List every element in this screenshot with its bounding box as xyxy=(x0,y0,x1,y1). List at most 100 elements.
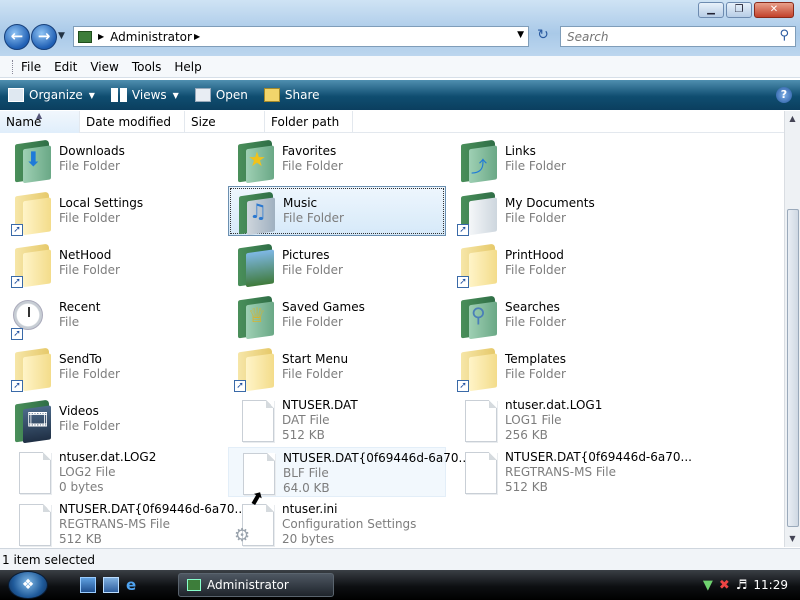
breadcrumb-arrow-icon[interactable]: ▶ xyxy=(194,32,200,41)
network-icon[interactable]: ▼ xyxy=(703,578,713,593)
help-icon: ? xyxy=(780,88,788,101)
menu-file[interactable]: File xyxy=(21,60,41,74)
window-controls: ▁ ❐ ✕ xyxy=(698,2,794,18)
local-settings-folder-icon: ➚ xyxy=(9,190,55,236)
list-item[interactable]: ntuser.dat.LOG1 LOG1 File 256 KB xyxy=(451,395,669,445)
scroll-up-icon[interactable]: ▲ xyxy=(785,111,800,127)
title-bar: ▁ ❐ ✕ ← → ▼ ▶ Administrator ▶ ▼ ↻ ⚲ xyxy=(0,0,800,56)
vertical-scrollbar[interactable]: ▲ ▼ xyxy=(784,111,800,547)
list-item[interactable]: ➚ PrintHood File Folder xyxy=(451,239,669,289)
close-button[interactable]: ✕ xyxy=(754,2,794,18)
show-desktop-icon[interactable] xyxy=(80,577,96,593)
column-header-name[interactable]: ▲ Name xyxy=(0,111,80,133)
list-item[interactable]: ➚ Start Menu File Folder xyxy=(228,343,446,393)
menu-edit[interactable]: Edit xyxy=(54,60,77,74)
status-text: 1 item selected xyxy=(2,553,96,567)
forward-button[interactable]: → xyxy=(31,24,57,50)
help-button[interactable]: ? xyxy=(776,87,792,103)
maximize-button[interactable]: ❐ xyxy=(726,2,752,18)
arrow-right-icon: → xyxy=(37,27,51,45)
column-header-folder-path[interactable]: Folder path xyxy=(265,111,353,133)
share-button[interactable]: Share xyxy=(263,88,320,102)
list-item[interactable]: 🎞 Videos File Folder xyxy=(5,395,223,445)
list-item[interactable]: ➚ NetHood File Folder xyxy=(5,239,223,289)
windows-logo-icon: ❖ xyxy=(21,577,35,593)
pictures-folder-icon xyxy=(232,242,278,288)
list-item[interactable]: ★ Favorites File Folder xyxy=(228,135,446,185)
menu-help[interactable]: Help xyxy=(174,60,201,74)
shortcut-arrow-icon: ➚ xyxy=(234,380,246,392)
status-bar: 1 item selected xyxy=(0,548,800,570)
list-item[interactable]: ➚ Recent File xyxy=(5,291,223,341)
scrollbar-thumb[interactable] xyxy=(787,209,799,527)
downloads-folder-icon: ⬇ xyxy=(9,138,55,184)
minimize-button[interactable]: ▁ xyxy=(698,2,724,18)
videos-folder-icon: 🎞 xyxy=(9,398,55,444)
volume-icon[interactable]: ♬ xyxy=(736,578,748,593)
list-item[interactable]: Pictures File Folder xyxy=(228,239,446,289)
internet-explorer-icon[interactable]: e xyxy=(126,577,142,593)
list-item[interactable]: ♕ Saved Games File Folder xyxy=(228,291,446,341)
refresh-button[interactable]: ↻ xyxy=(532,27,554,47)
share-label: Share xyxy=(284,88,320,102)
recent-clock-icon: ➚ xyxy=(9,294,55,340)
switch-windows-icon[interactable] xyxy=(103,577,119,593)
security-alert-icon[interactable]: ✖ xyxy=(719,578,730,593)
list-item[interactable]: NTUSER.DAT{0f69446d-6a70... REGTRANS-MS … xyxy=(5,499,246,547)
address-bar[interactable]: ▶ Administrator ▶ ▼ xyxy=(73,26,529,47)
clock[interactable]: 11:29 xyxy=(753,578,788,592)
my-documents-folder-icon: ➚ xyxy=(455,190,501,236)
list-item[interactable]: ➚ Local Settings File Folder xyxy=(5,187,223,237)
menu-tools[interactable]: Tools xyxy=(132,60,162,74)
search-icon[interactable]: ⚲ xyxy=(779,28,789,43)
nethood-folder-icon: ➚ xyxy=(9,242,55,288)
sendto-folder-icon: ➚ xyxy=(9,346,55,392)
list-item[interactable]: ➚ SendTo File Folder xyxy=(5,343,223,393)
address-dropdown-icon[interactable]: ▼ xyxy=(517,30,524,40)
printhood-folder-icon: ➚ xyxy=(455,242,501,288)
taskbar: ❖ e Administrator ▼ ✖ ♬ 11:29 xyxy=(0,570,800,600)
breadcrumb-arrow-icon[interactable]: ▶ xyxy=(98,32,104,41)
shortcut-arrow-icon: ➚ xyxy=(11,224,23,236)
favorites-folder-icon: ★ xyxy=(232,138,278,184)
shortcut-arrow-icon: ➚ xyxy=(11,276,23,288)
gear-icon: ⚙ xyxy=(234,525,251,546)
organize-button[interactable]: Organize ▼ xyxy=(8,88,95,102)
views-icon xyxy=(110,88,127,102)
list-item-selected[interactable]: ♫ Music File Folder xyxy=(228,186,446,236)
templates-folder-icon: ➚ xyxy=(455,346,501,392)
column-header-date-modified[interactable]: Date modified xyxy=(80,111,185,133)
list-item[interactable]: ⤴ Links File Folder xyxy=(451,135,669,185)
recent-pages-dropdown[interactable]: ▼ xyxy=(58,31,65,41)
list-item[interactable]: ⬇ Downloads File Folder xyxy=(5,135,223,185)
list-item[interactable]: NTUSER.DAT{0f69446d-6a70... REGTRANS-MS … xyxy=(451,447,692,497)
back-button[interactable]: ← xyxy=(4,24,30,50)
column-header-bar: ▲ Name Date modified Size Folder path xyxy=(0,111,784,133)
breadcrumb-administrator[interactable]: Administrator xyxy=(110,30,192,44)
scroll-down-icon[interactable]: ▼ xyxy=(785,531,800,547)
menu-view[interactable]: View xyxy=(90,60,118,74)
taskbar-window-administrator[interactable]: Administrator xyxy=(178,573,334,597)
arrow-left-icon: ← xyxy=(10,27,24,45)
column-header-size[interactable]: Size xyxy=(185,111,265,133)
start-menu-folder-icon: ➚ xyxy=(232,346,278,392)
list-item[interactable]: NTUSER.DAT DAT File 512 KB xyxy=(228,395,446,445)
system-tray: ▼ ✖ ♬ 11:29 xyxy=(688,570,800,600)
sort-ascending-icon: ▲ xyxy=(36,111,43,120)
file-icon xyxy=(9,450,55,496)
list-item[interactable]: ntuser.dat.LOG2 LOG2 File 0 bytes xyxy=(5,447,223,497)
list-item[interactable]: ➚ My Documents File Folder xyxy=(451,187,669,237)
list-item[interactable]: ⚲ Searches File Folder xyxy=(451,291,669,341)
search-input[interactable] xyxy=(561,27,761,46)
menu-grip xyxy=(12,59,15,74)
start-button[interactable]: ❖ xyxy=(8,571,48,599)
open-icon xyxy=(194,88,211,102)
refresh-icon: ↻ xyxy=(537,27,549,43)
file-list: ⬇ Downloads File Folder ★ Favorites File… xyxy=(0,133,784,547)
searches-folder-icon: ⚲ xyxy=(455,294,501,340)
shortcut-arrow-icon: ➚ xyxy=(11,380,23,392)
views-button[interactable]: Views ▼ xyxy=(110,88,179,102)
chevron-down-icon: ▼ xyxy=(88,90,95,100)
list-item[interactable]: ➚ Templates File Folder xyxy=(451,343,669,393)
open-button[interactable]: Open xyxy=(194,88,248,102)
